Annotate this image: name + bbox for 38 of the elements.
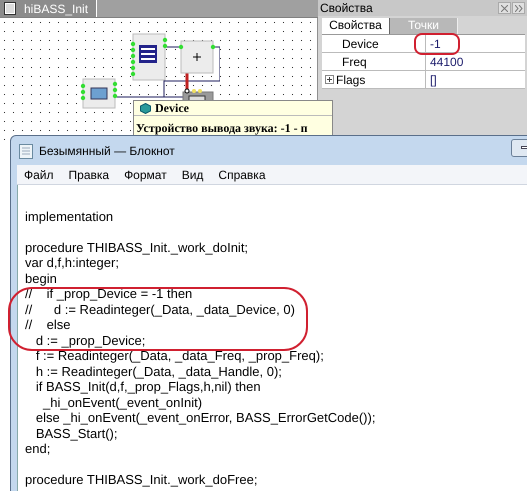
expand-icon[interactable] xyxy=(324,75,334,84)
property-value[interactable]: -1 xyxy=(426,35,441,52)
tooltip-text: Устройство вывода звука: -1 - п xyxy=(136,121,308,135)
code-line: procedure THIBASS_Init._work_doFree; xyxy=(25,472,258,486)
close-button[interactable] xyxy=(498,2,511,14)
panel-tab[interactable]: Свойства xyxy=(322,18,390,34)
code-line: implementation xyxy=(25,209,114,224)
menu-item[interactable]: Справка xyxy=(211,166,272,184)
code-line: // else xyxy=(25,317,71,332)
property-name: Freq xyxy=(341,54,367,70)
code-line: _hi_onEvent(_event_onInit) xyxy=(42,394,202,410)
notepad-icon xyxy=(19,142,33,158)
property-name: Flags xyxy=(336,72,366,88)
menu-item[interactable]: Формат xyxy=(117,166,174,184)
code-line: h := Readinteger(_Data, _data_Handle, 0); xyxy=(34,364,282,378)
property-value[interactable]: [] xyxy=(426,71,437,88)
minimize-icon xyxy=(520,146,527,149)
property-name: Device xyxy=(341,36,379,52)
window-title: Безымянный — Блокнот xyxy=(39,142,175,160)
code-line: end; xyxy=(25,441,50,456)
code-line: if BASS_Init(d,f,_prop_Flags,h,nil) then xyxy=(34,379,261,394)
menu-item[interactable]: Правка xyxy=(62,166,116,184)
double-chevron-icon xyxy=(514,4,522,12)
tooltip-title: Device xyxy=(155,100,189,117)
code-line: d := _prop_Device; xyxy=(34,332,146,348)
menu-item[interactable]: Вид xyxy=(174,166,210,184)
code-line: BASS_Start(); xyxy=(34,426,118,440)
property-value[interactable]: 44100 xyxy=(426,53,464,70)
expand-button[interactable] xyxy=(512,2,525,14)
menu-item[interactable]: Файл xyxy=(17,166,61,184)
code-line: // d := Readinteger(_Data, _data_Device, 0) xyxy=(25,302,295,316)
panel-title: Свойства xyxy=(320,0,373,17)
cube-icon xyxy=(140,102,151,114)
code-line: procedure THIBASS_Init._work_doInit; xyxy=(25,240,248,254)
code-line: var d,f,h:integer; xyxy=(25,255,119,270)
code-line: else _hi_onEvent(_event_onError, BASS_ErrorGetCode()); xyxy=(34,410,376,425)
code-line: begin xyxy=(25,270,57,286)
close-icon xyxy=(501,4,508,12)
